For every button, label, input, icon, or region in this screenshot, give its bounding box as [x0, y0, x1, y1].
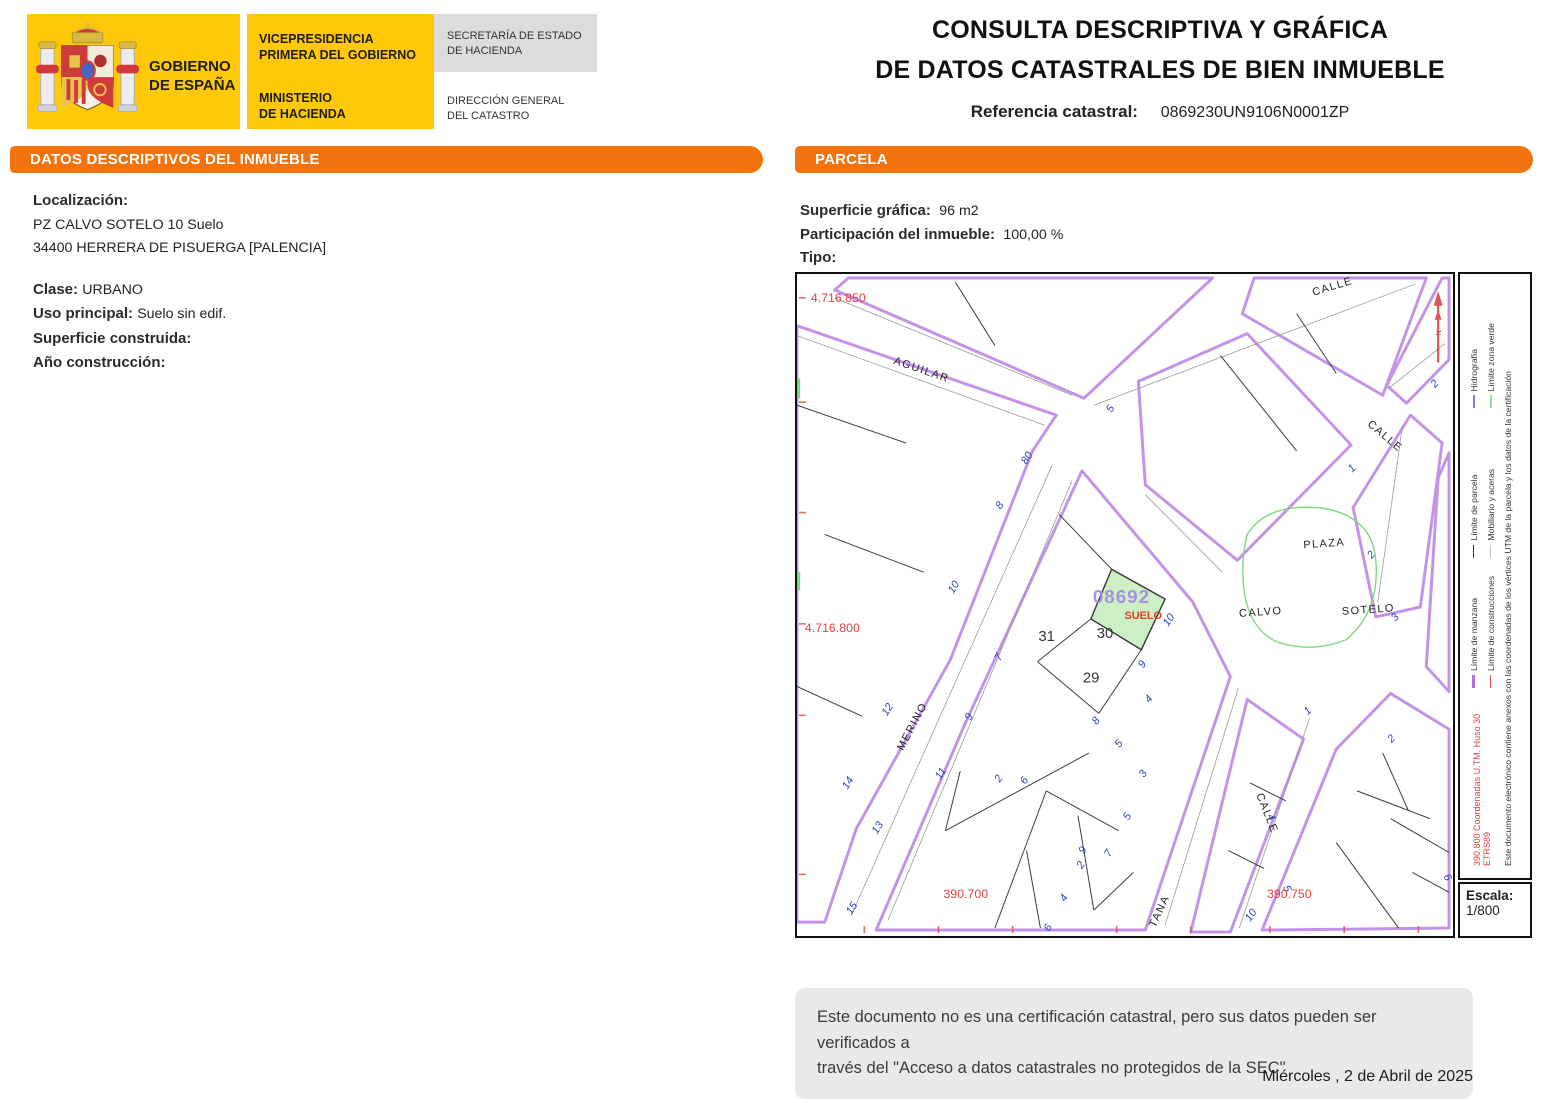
reference-value: 0869230UN9106N0001ZP: [1161, 104, 1350, 121]
svg-text:SUELO: SUELO: [1125, 610, 1163, 622]
scale-value: 1/800: [1466, 903, 1530, 918]
scale-box: Escala: 1/800: [1458, 882, 1532, 938]
legend-marker-icon: [1472, 675, 1475, 688]
legend-item: Límite de construcciones: [1486, 564, 1496, 688]
legend-marker-icon: [1490, 675, 1492, 688]
cadastral-map: N AGUILARCALLECALLEPLAZACALVOSOTELOMERIN…: [795, 272, 1455, 938]
legend-marker-icon: [1473, 395, 1475, 408]
anio-label: Año construcción:: [33, 354, 166, 371]
participacion-label: Participación del inmueble:: [800, 226, 995, 243]
svg-text:31: 31: [1038, 629, 1054, 645]
legend-marker-icon: [1490, 545, 1492, 558]
tipo-label: Tipo:: [800, 249, 836, 266]
participacion-value: 100,00 %: [1003, 227, 1063, 243]
svg-text:13: 13: [870, 820, 887, 837]
legend-item: Hidrografía: [1469, 284, 1479, 408]
svg-text:2: 2: [1428, 378, 1442, 391]
superficie-construida-label: Superficie construida:: [33, 330, 191, 347]
logo-ministerio-text: MINISTERIO DE HACIENDA: [259, 90, 346, 123]
section-header-datos: DATOS DESCRIPTIVOS DEL INMUEBLE: [10, 146, 763, 173]
legend-item: Límite de manzana: [1469, 564, 1479, 688]
legend-item: Mobiliario y aceras: [1486, 414, 1496, 557]
svg-text:N: N: [1434, 330, 1443, 335]
legend-item-label: Límite de parcela: [1469, 475, 1479, 541]
section-header-parcela: PARCELA: [795, 146, 1533, 173]
logo-vicepresidencia-text: VICEPRESIDENCIA PRIMERA DEL GOBIERNO: [259, 31, 416, 64]
cadastral-reference: Referencia catastral: 0869230UN9106N0001…: [855, 102, 1465, 122]
cadastral-document: GOBIERNO DE ESPAÑA VICEPRESIDENCIA PRIME…: [0, 0, 1550, 1103]
legend-item: Límite de parcela: [1469, 414, 1479, 557]
svg-text:15: 15: [844, 899, 861, 916]
document-date: Miércoles , 2 de Abril de 2025: [1000, 1068, 1473, 1086]
document-title: CONSULTA DESCRIPTIVA Y GRÁFICA DE DATOS …: [855, 16, 1465, 122]
legend-item-label: Límite zona verde: [1486, 323, 1496, 391]
superficie-grafica-label: Superficie gráfica:: [800, 202, 931, 219]
government-logo: GOBIERNO DE ESPAÑA VICEPRESIDENCIA PRIME…: [27, 14, 597, 129]
svg-text:4.716.850: 4.716.850: [811, 291, 866, 305]
disclaimer-line-1: Este documento no es una certificación c…: [817, 1008, 1377, 1052]
svg-text:08692: 08692: [1093, 586, 1150, 607]
logo-direccion-text: DIRECCIÓN GENERAL DEL CATASTRO: [447, 94, 564, 124]
title-line-1: CONSULTA DESCRIPTIVA Y GRÁFICA: [855, 16, 1465, 45]
parcela-data-panel: Superficie gráfica: 96 m2 Participación …: [800, 202, 1500, 273]
legend-item-label: Hidrografía: [1469, 349, 1479, 392]
clase-value: URBANO: [82, 282, 143, 298]
svg-text:390.700: 390.700: [943, 887, 988, 901]
localizacion-city: 34400 HERRERA DE PISUERGA [PALENCIA]: [33, 240, 753, 256]
localizacion-address: PZ CALVO SOTELO 10 Suelo: [33, 217, 753, 233]
svg-text:30: 30: [1097, 626, 1113, 642]
legend-footer-text: Este documento electrónico contiene anex…: [1503, 284, 1513, 866]
svg-text:1: 1: [1302, 705, 1315, 718]
localizacion-label: Localización:: [33, 192, 128, 209]
superficie-grafica-value: 96 m2: [939, 203, 978, 219]
legend-item-label: Límite de manzana: [1469, 598, 1479, 671]
svg-text:4.716.800: 4.716.800: [805, 621, 860, 635]
scale-label: Escala:: [1466, 888, 1530, 903]
legend-coords-text: 390.800 Coordenadas U.TM. Huso 30 ETRS89: [1472, 688, 1493, 866]
svg-text:390.750: 390.750: [1267, 887, 1312, 901]
property-data-panel: Localización: PZ CALVO SOTELO 10 Suelo 3…: [33, 192, 753, 379]
legend-marker-icon: [1473, 545, 1475, 558]
legend-item-label: Mobiliario y aceras: [1486, 469, 1496, 541]
clase-label: Clase:: [33, 281, 78, 298]
legend-marker-icon: [1490, 395, 1492, 408]
title-line-2: DE DATOS CATASTRALES DE BIEN INMUEBLE: [855, 56, 1465, 85]
spain-coat-of-arms-icon: [35, 19, 140, 122]
legend-item: Límite zona verde: [1486, 284, 1496, 408]
logo-secretaria-text: SECRETARÍA DE ESTADO DE HACIENDA: [447, 29, 582, 59]
uso-label: Uso principal:: [33, 305, 133, 322]
svg-text:PLAZA: PLAZA: [1303, 536, 1346, 551]
reference-label: Referencia catastral:: [971, 102, 1138, 121]
legend-rotated-content: 390.800 Coordenadas U.TM. Huso 30 ETRS89…: [1462, 278, 1528, 876]
legend-item-label: Límite de construcciones: [1486, 576, 1496, 671]
logo-gobierno-text: GOBIERNO DE ESPAÑA: [149, 58, 235, 96]
map-legend-sidebar: 390.800 Coordenadas U.TM. Huso 30 ETRS89…: [1458, 272, 1532, 880]
legend-items: Límite de manzana Límite de parcela Hidrog…: [1465, 284, 1499, 688]
uso-value: Suelo sin edif.: [137, 306, 226, 322]
svg-text:29: 29: [1083, 671, 1099, 687]
svg-text:CALVO: CALVO: [1239, 605, 1283, 620]
svg-text:1: 1: [1346, 462, 1359, 475]
svg-text:5: 5: [1104, 402, 1118, 414]
